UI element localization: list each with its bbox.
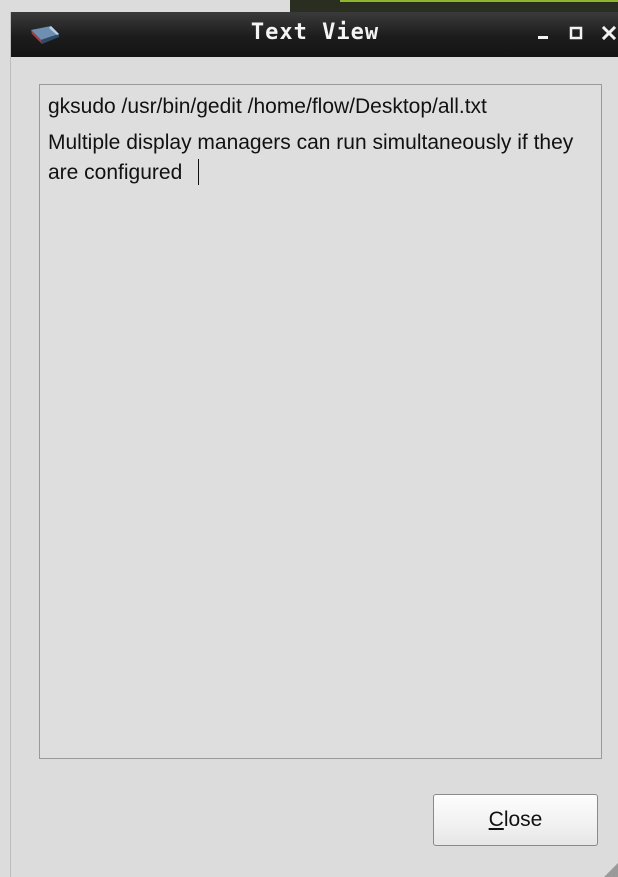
resize-grip-icon[interactable] (602, 861, 618, 877)
text-line-body: Multiple display managers can run simult… (48, 128, 593, 188)
text-line-command: gksudo /usr/bin/gedit /home/flow/Desktop… (48, 95, 487, 118)
maximize-icon (569, 26, 583, 40)
close-button-label: lose (503, 808, 543, 831)
close-button[interactable]: Close (433, 794, 598, 846)
minimize-button[interactable] (533, 21, 555, 45)
text-line-body-content: Multiple display managers can run simult… (48, 131, 574, 184)
close-button-mnemonic: C (488, 808, 504, 831)
title-bar[interactable]: Text View (11, 12, 618, 57)
text-view-window: Text View gksudo /usr/bin/gedit /home/fl… (10, 12, 618, 877)
text-cursor (198, 159, 200, 185)
text-view-area[interactable]: gksudo /usr/bin/gedit /home/flow/Desktop… (39, 84, 602, 759)
minimize-icon (538, 36, 548, 39)
window-title: Text View (250, 20, 380, 45)
desktop-background (290, 0, 618, 12)
desktop-panel-edge (340, 0, 618, 2)
close-icon (601, 25, 617, 41)
maximize-button[interactable] (566, 21, 588, 45)
close-window-button[interactable] (599, 21, 618, 45)
